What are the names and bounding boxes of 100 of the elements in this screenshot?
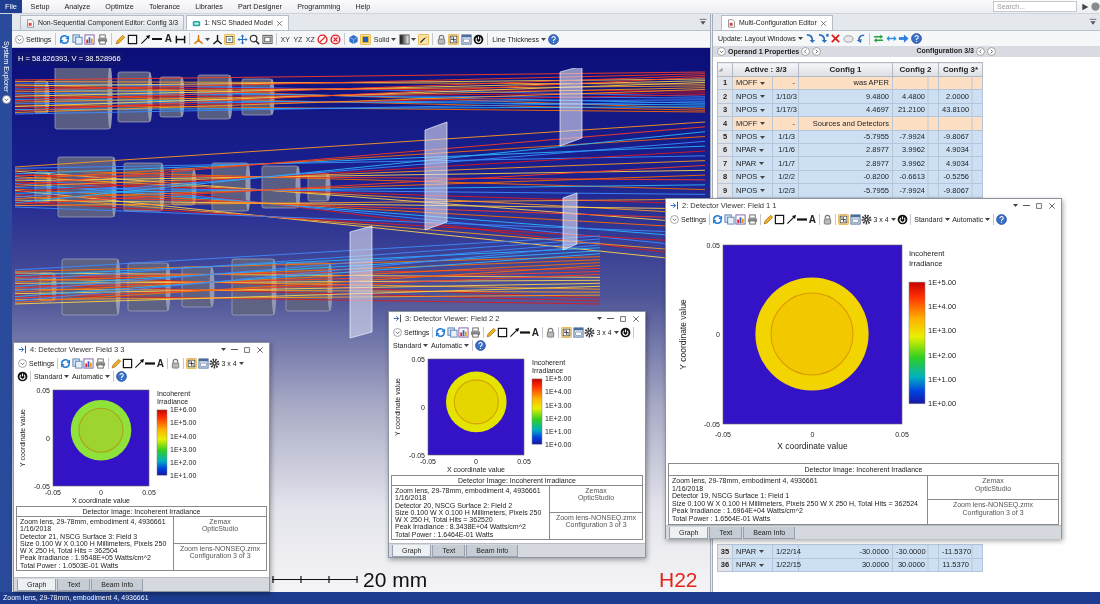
arrow-icon[interactable] <box>139 33 151 45</box>
line-icon[interactable] <box>152 37 163 41</box>
power-icon[interactable] <box>473 33 485 45</box>
power-icon[interactable] <box>17 371 28 382</box>
lock-icon[interactable] <box>170 358 182 369</box>
corner-cell[interactable] <box>717 62 733 77</box>
rectangle-icon[interactable] <box>122 358 134 369</box>
wand-icon[interactable] <box>417 33 429 45</box>
axes-icon[interactable] <box>211 33 223 45</box>
play-icon[interactable] <box>1081 2 1089 11</box>
text-tool-button[interactable]: A <box>530 326 541 339</box>
minimize-icon[interactable] <box>1023 204 1030 207</box>
dock-icon[interactable] <box>670 201 679 210</box>
print-icon[interactable] <box>469 327 481 338</box>
window-icon[interactable] <box>572 327 584 338</box>
help-icon[interactable] <box>996 214 1008 225</box>
help-icon[interactable] <box>116 371 128 382</box>
chart-icon[interactable] <box>735 214 747 225</box>
print-icon[interactable] <box>94 358 106 369</box>
power-icon[interactable] <box>620 327 632 338</box>
text-tool-button[interactable]: A <box>807 213 818 226</box>
previous-icon[interactable] <box>801 47 811 56</box>
next-icon[interactable] <box>812 47 822 56</box>
copy-icon[interactable] <box>723 214 735 225</box>
close-icon[interactable] <box>819 19 827 27</box>
lock-icon[interactable] <box>545 327 557 338</box>
refresh-icon[interactable] <box>60 358 72 369</box>
text-tool-button[interactable]: A <box>155 357 166 370</box>
chart-icon[interactable] <box>83 358 95 369</box>
help-icon[interactable] <box>910 33 922 44</box>
window-icon[interactable] <box>197 358 209 369</box>
caret-icon[interactable] <box>411 37 417 41</box>
dock-icon[interactable] <box>393 314 402 323</box>
chevron-icon[interactable] <box>1 95 11 105</box>
delete-icon[interactable] <box>830 33 842 44</box>
minimize-icon[interactable] <box>231 348 238 351</box>
dock-icon[interactable] <box>18 345 27 354</box>
arrow-icon[interactable] <box>133 358 145 369</box>
grid-icon[interactable] <box>448 33 460 45</box>
cancel-icon[interactable] <box>329 33 341 45</box>
minimize-icon[interactable] <box>607 317 614 320</box>
previous-icon[interactable] <box>976 47 985 56</box>
lock-icon[interactable] <box>435 33 447 45</box>
insert-icon[interactable] <box>817 33 829 44</box>
copy-icon[interactable] <box>446 327 458 338</box>
selection-icon[interactable] <box>224 33 236 45</box>
refresh-icon[interactable] <box>59 33 71 45</box>
close-icon[interactable] <box>275 19 283 27</box>
gear-icon[interactable] <box>584 327 596 338</box>
cube-icon[interactable] <box>347 33 359 45</box>
close-icon[interactable] <box>1048 201 1056 210</box>
power-icon[interactable] <box>897 214 909 225</box>
lock-icon[interactable] <box>822 214 834 225</box>
dropdown-icon[interactable] <box>1089 18 1097 26</box>
swap-icon[interactable] <box>873 33 885 44</box>
magnifier-icon[interactable] <box>249 33 261 45</box>
rectangle-icon[interactable] <box>497 327 509 338</box>
double-arrow-icon[interactable] <box>885 33 897 44</box>
help-icon[interactable] <box>548 33 560 45</box>
gear-icon[interactable] <box>861 214 873 225</box>
next-icon[interactable] <box>987 47 996 56</box>
refresh-icon[interactable] <box>435 327 447 338</box>
refresh-icon[interactable] <box>712 214 724 225</box>
print-icon[interactable] <box>746 214 758 225</box>
copy-icon[interactable] <box>71 33 83 45</box>
grid-icon[interactable] <box>561 327 573 338</box>
window-icon[interactable] <box>460 33 472 45</box>
dimension-icon[interactable] <box>174 33 186 45</box>
copy-icon[interactable] <box>71 358 83 369</box>
insert-icon[interactable] <box>805 33 817 44</box>
rectangle-icon[interactable] <box>774 214 786 225</box>
arrow-icon[interactable] <box>508 327 520 338</box>
maximize-icon[interactable] <box>619 314 627 323</box>
grid-icon[interactable] <box>838 214 850 225</box>
grid-icon[interactable] <box>186 358 198 369</box>
close-icon[interactable] <box>632 314 640 323</box>
caret-icon[interactable] <box>205 37 211 41</box>
print-icon[interactable] <box>96 33 108 45</box>
close-icon[interactable] <box>256 345 264 354</box>
move-icon[interactable] <box>236 33 248 45</box>
dropdown-icon[interactable] <box>597 317 602 320</box>
rectangle-icon[interactable] <box>127 33 139 45</box>
square-icon[interactable] <box>360 33 372 45</box>
prohibited-icon[interactable] <box>317 33 329 45</box>
maximize-icon[interactable] <box>243 345 251 354</box>
gear-icon[interactable] <box>209 358 221 369</box>
chart-icon[interactable] <box>458 327 470 338</box>
curved-arrow-icon[interactable] <box>855 33 867 44</box>
dropdown-icon[interactable] <box>221 348 226 351</box>
text-tool-button[interactable]: A <box>163 32 174 46</box>
window-icon[interactable] <box>849 214 861 225</box>
frame-icon[interactable] <box>261 33 273 45</box>
help-icon[interactable] <box>475 340 487 351</box>
right-arrow-icon[interactable] <box>898 33 910 44</box>
gradient-icon[interactable] <box>398 33 410 45</box>
dropdown-icon[interactable] <box>699 18 707 26</box>
dropdown-icon[interactable] <box>1013 204 1018 207</box>
maximize-icon[interactable] <box>1035 201 1043 210</box>
chart-icon[interactable] <box>84 33 96 45</box>
arrow-icon[interactable] <box>785 214 797 225</box>
